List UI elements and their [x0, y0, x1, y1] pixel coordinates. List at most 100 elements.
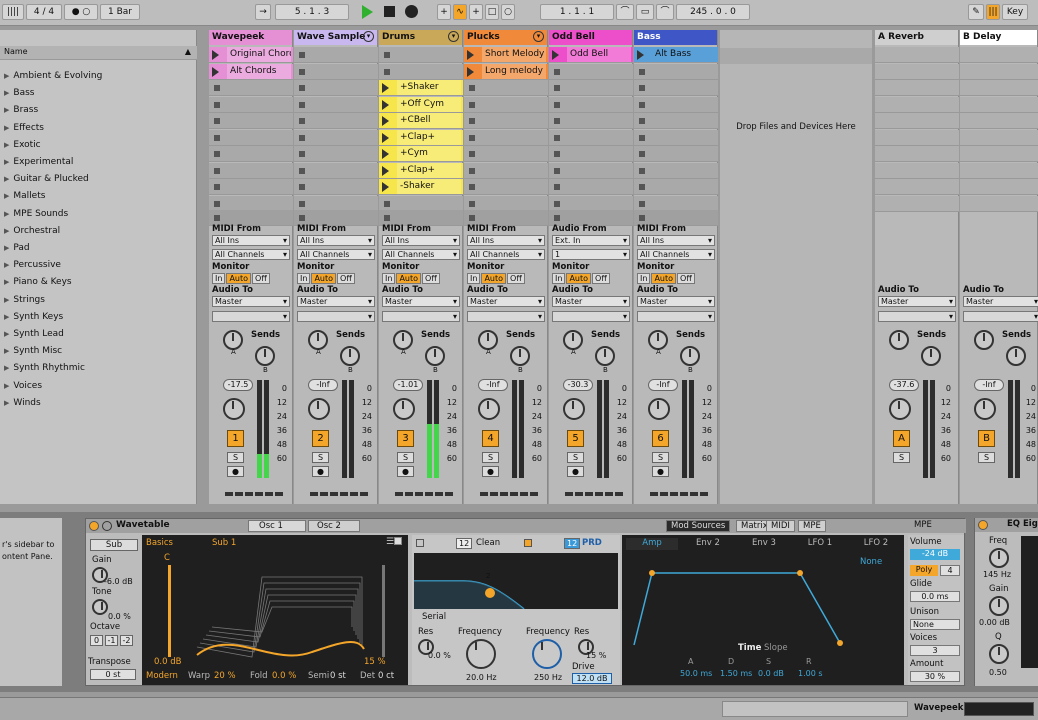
adsr-value[interactable]: 1.00 s — [798, 669, 823, 678]
output-channel-select[interactable] — [637, 311, 715, 322]
browser-item[interactable]: ▶ Synth Misc — [0, 343, 197, 360]
keyboard-icon[interactable]: ||| — [986, 4, 1000, 20]
tab-osc2[interactable]: Osc 2 — [308, 520, 360, 532]
clip-play-icon[interactable] — [382, 132, 389, 143]
expand-arrow-icon[interactable]: ▶ — [4, 296, 9, 304]
wavetable-name[interactable]: Sub 1 — [212, 538, 236, 548]
browser-item[interactable]: ▶ Ambient & Evolving — [0, 68, 197, 85]
stop-button-icon[interactable] — [469, 101, 475, 108]
pan-knob[interactable] — [648, 398, 670, 420]
track-activator[interactable]: 6 — [652, 430, 669, 447]
input-channel-select[interactable]: All Channels — [297, 249, 375, 260]
eq-freq-knob[interactable] — [989, 548, 1009, 568]
drive-value[interactable]: 12.0 dB — [572, 673, 612, 684]
expand-arrow-icon[interactable]: ▶ — [4, 347, 9, 355]
stop-button-icon[interactable] — [554, 118, 560, 124]
expand-arrow-icon[interactable]: ▶ — [4, 227, 9, 235]
volume-display[interactable]: -30.3 — [563, 379, 593, 391]
stop-button-icon[interactable] — [299, 52, 305, 58]
eq-gain-knob[interactable] — [989, 596, 1009, 616]
overdub-icon[interactable]: + — [437, 4, 451, 20]
stop-button-icon[interactable] — [554, 200, 560, 207]
crossfade-strip[interactable] — [565, 492, 623, 496]
arm-button[interactable]: ● — [312, 466, 329, 477]
osc-toggle[interactable] — [394, 537, 402, 545]
monitor-auto[interactable]: Auto — [481, 273, 507, 284]
empty-clip-slot[interactable] — [549, 146, 633, 162]
empty-clip-slot[interactable] — [549, 179, 633, 195]
browser-item[interactable]: ▶ Synth Rhythmic — [0, 360, 197, 377]
sub-button[interactable]: Sub — [90, 539, 138, 551]
empty-clip-slot[interactable] — [464, 113, 548, 129]
expand-arrow-icon[interactable]: ▶ — [4, 382, 9, 390]
empty-clip-slot[interactable] — [294, 80, 378, 96]
octave-button[interactable]: -2 — [120, 635, 133, 646]
stop-button-icon[interactable] — [554, 167, 560, 174]
punch-in-icon[interactable]: ⌒ — [616, 4, 634, 20]
browser-item[interactable]: ▶ Synth Lead — [0, 326, 197, 343]
browser-item[interactable]: ▶ Effects — [0, 120, 197, 137]
track-stop-icon[interactable] — [554, 215, 560, 221]
monitor-in[interactable]: In — [297, 273, 311, 284]
output-select[interactable]: Master — [467, 296, 545, 307]
amount-value[interactable]: 30 % — [910, 671, 960, 682]
empty-clip-slot[interactable] — [294, 129, 378, 146]
empty-clip-slot[interactable] — [294, 96, 378, 113]
monitor-auto[interactable]: Auto — [396, 273, 422, 284]
monitor-auto[interactable]: Auto — [311, 273, 337, 284]
expand-arrow-icon[interactable]: ▶ — [4, 313, 9, 321]
empty-clip-slot[interactable] — [464, 80, 548, 96]
track-stop-icon[interactable] — [639, 215, 645, 221]
send-b-knob[interactable] — [340, 346, 360, 366]
clip-name[interactable]: +Off Cym — [397, 96, 461, 112]
crossfade-strip[interactable] — [395, 492, 453, 496]
output-select[interactable]: Master — [878, 296, 956, 307]
empty-clip-slot[interactable] — [209, 96, 293, 113]
stop-button-icon[interactable] — [299, 151, 305, 157]
stop-button-icon[interactable] — [214, 184, 220, 190]
octave-button[interactable]: -1 — [105, 635, 118, 646]
empty-clip-slot[interactable] — [549, 80, 633, 96]
session-record-icon[interactable]: ○ — [501, 4, 515, 20]
freq-knob[interactable] — [466, 639, 496, 669]
volume-display[interactable]: -Inf — [974, 379, 1004, 391]
empty-clip-slot[interactable] — [379, 63, 463, 80]
record-icon[interactable] — [405, 5, 418, 18]
expand-arrow-icon[interactable]: ▶ — [4, 192, 9, 200]
empty-clip-slot[interactable] — [634, 179, 718, 195]
wavetable-category[interactable]: Basics — [146, 538, 173, 548]
volume-display[interactable]: -1.01 — [393, 379, 423, 391]
monitor-in[interactable]: In — [552, 273, 566, 284]
follow-icon[interactable]: → — [255, 4, 271, 20]
track-title[interactable]: Drums ▾ — [379, 30, 462, 45]
input-channel-select[interactable]: All Channels — [637, 249, 715, 260]
stop-button-icon[interactable] — [214, 101, 220, 108]
clip-name[interactable]: +Shaker — [397, 80, 461, 95]
output-channel-select[interactable] — [382, 311, 460, 322]
clip-play-icon[interactable] — [382, 99, 389, 110]
monitor-in[interactable]: In — [637, 273, 651, 284]
stop-button-icon[interactable] — [299, 101, 305, 108]
slope-mode[interactable]: Slope — [764, 643, 788, 653]
input-source-select[interactable]: All Ins — [467, 235, 545, 246]
filter1-toggle[interactable] — [416, 539, 424, 547]
clip-name[interactable]: Long melody — [482, 63, 546, 79]
empty-clip-slot[interactable] — [209, 179, 293, 195]
track-title[interactable]: Wave Sample ▾ — [294, 30, 377, 45]
expand-arrow-icon[interactable]: ▶ — [4, 89, 9, 97]
clip-name[interactable]: Original Chords — [227, 47, 291, 62]
stop-button-icon[interactable] — [214, 200, 220, 207]
empty-clip-slot[interactable] — [634, 113, 718, 129]
stop-icon[interactable] — [384, 6, 395, 17]
empty-clip-slot[interactable] — [634, 162, 718, 179]
empty-clip-slot[interactable] — [379, 47, 463, 63]
expand-arrow-icon[interactable]: ▶ — [4, 72, 9, 80]
empty-clip-slot[interactable] — [464, 162, 548, 179]
output-select[interactable]: Master — [297, 296, 375, 307]
return-title[interactable]: B Delay — [960, 30, 1037, 45]
stop-button-icon[interactable] — [639, 134, 645, 141]
input-channel-select[interactable]: 1 — [552, 249, 630, 260]
monitor-in[interactable]: In — [467, 273, 481, 284]
empty-clip-slot[interactable] — [634, 96, 718, 113]
pan-knob[interactable] — [563, 398, 585, 420]
